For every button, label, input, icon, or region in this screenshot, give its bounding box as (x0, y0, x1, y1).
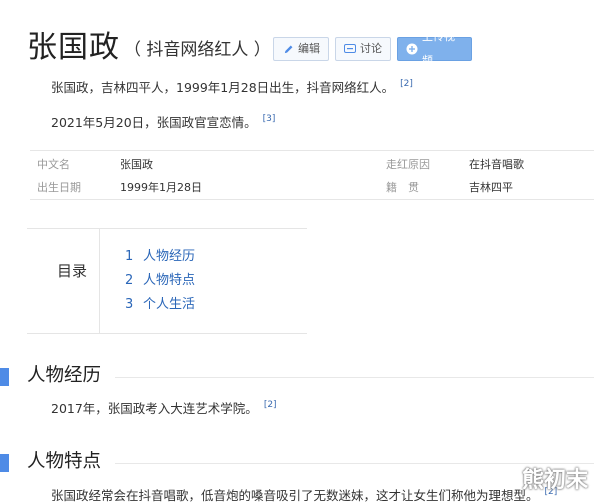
info-key-fame-reason: 走红原因 (386, 158, 430, 171)
discuss-button-label: 讨论 (360, 42, 382, 55)
section-divider (115, 377, 594, 378)
info-box: 中文名 张国政 走红原因 在抖音唱歌 出生日期 1999年1月28日 籍 贯 吉… (30, 150, 594, 200)
discuss-button[interactable]: 讨论 (335, 37, 391, 61)
section-text: 张国政经常会在抖音唱歌，低音炮的嗓音吸引了无数迷妹，这才让女生们称他为理想型。 (51, 488, 539, 503)
section-paragraph: 张国政经常会在抖音唱歌，低音炮的嗓音吸引了无数迷妹，这才让女生们称他为理想型。[… (51, 487, 557, 504)
toc-item[interactable]: 3 个人生活 (125, 293, 195, 312)
toc-item-text: 人物经历 (143, 249, 196, 264)
toc-label: 目录 (57, 262, 88, 280)
section-heading: 人物特点 (0, 450, 594, 476)
info-value-birth-date: 1999年1月28日 (120, 181, 202, 194)
upload-video-button[interactable]: 上传视频 (397, 30, 472, 67)
section-paragraph: 2017年，张国政考入大连艺术学院。 [2] (51, 400, 277, 417)
edit-button[interactable]: 编辑 (273, 37, 329, 61)
page-subtitle: （ 抖音网络红人 ） (124, 40, 271, 60)
watermark-logo: 熊初末 (521, 468, 588, 493)
toc-item[interactable]: 1 人物经历 (125, 245, 195, 264)
reference-link[interactable]: [3] (263, 114, 276, 124)
reference-link[interactable]: [2] (400, 79, 413, 89)
info-key-birth-date: 出生日期 (37, 181, 81, 194)
plus-circle-icon (406, 43, 418, 55)
toc-item-text: 人物特点 (143, 273, 196, 288)
page-title: 张国政 (27, 30, 120, 65)
toc-item-number: 3 (125, 297, 134, 312)
toc-item[interactable]: 2 人物特点 (125, 269, 195, 288)
toc-item-number: 1 (125, 249, 134, 264)
toc-item-number: 2 (125, 273, 134, 288)
edit-button-label: 编辑 (298, 42, 320, 55)
toc-item-text: 个人生活 (143, 297, 196, 312)
info-value-native-place: 吉林四平 (469, 181, 513, 194)
section-heading: 人物经历 (0, 364, 594, 390)
intro-paragraph-1: 张国政，吉林四平人，1999年1月28日出生，抖音网络红人。 [2] (51, 79, 413, 96)
pencil-icon (282, 43, 294, 55)
upload-video-label: 上传视频 (422, 30, 455, 67)
table-of-contents: 目录 1 人物经历 2 人物特点 3 个人生活 (27, 228, 307, 334)
section-text: 2017年，张国政考入大连艺术学院。 (51, 401, 258, 416)
intro-text-2: 2021年5月20日，张国政官宣恋情。 (51, 115, 257, 130)
info-key-native-place: 籍 贯 (386, 181, 419, 194)
reference-link[interactable]: [2] (264, 400, 277, 410)
info-value-fame-reason: 在抖音唱歌 (469, 158, 524, 171)
intro-text-1: 张国政，吉林四平人，1999年1月28日出生，抖音网络红人。 (51, 80, 395, 95)
info-key-chinese-name: 中文名 (37, 158, 70, 171)
section-title: 人物特点 (27, 451, 102, 472)
toc-divider (99, 229, 100, 333)
info-value-chinese-name: 张国政 (120, 158, 153, 171)
intro-paragraph-2: 2021年5月20日，张国政官宣恋情。 [3] (51, 114, 276, 131)
comment-icon (344, 43, 356, 55)
section-marker (0, 454, 9, 472)
section-title: 人物经历 (27, 365, 102, 386)
section-marker (0, 368, 9, 386)
